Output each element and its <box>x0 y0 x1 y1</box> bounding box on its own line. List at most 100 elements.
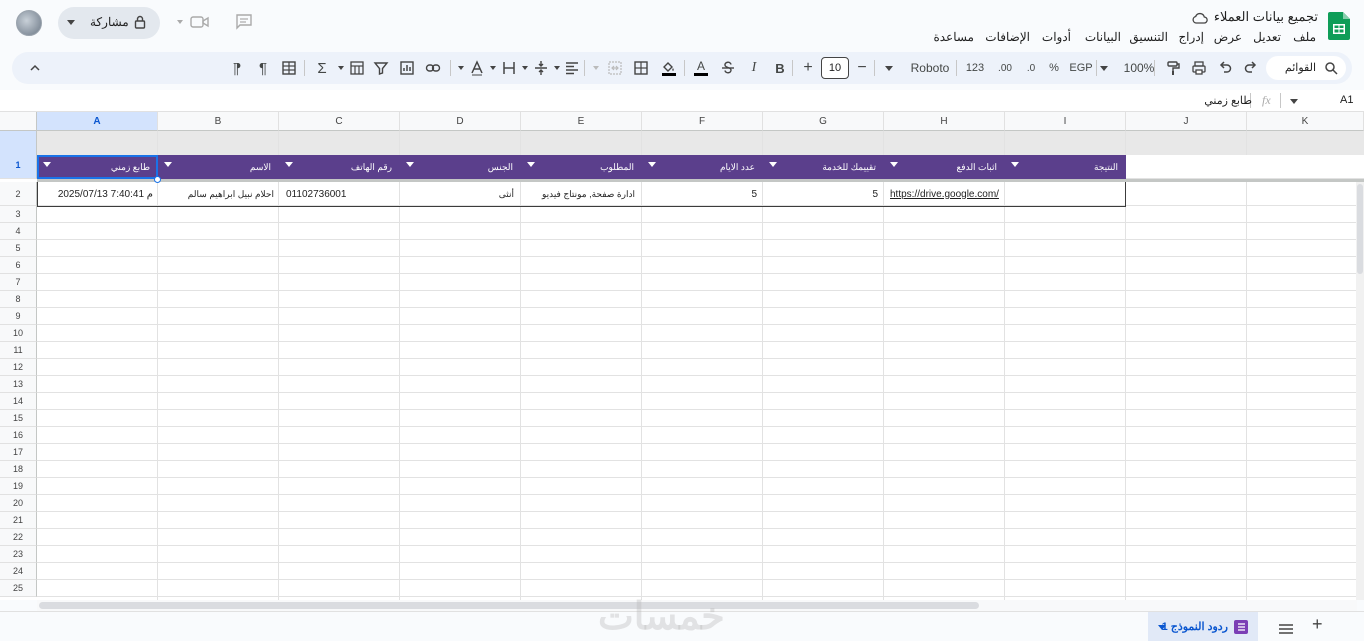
cell-timestamp[interactable]: 2025/07/13 م 7:40:41 <box>37 182 158 206</box>
column-header-h[interactable]: H <box>884 112 1005 131</box>
header-cell-result[interactable]: النتيجة <box>1005 155 1126 179</box>
merge-cells-icon[interactable] <box>604 52 626 84</box>
filter-dropdown-icon[interactable] <box>890 162 898 167</box>
row-header-25[interactable]: 25 <box>0 580 37 597</box>
rtl-direction-icon[interactable]: ¶ <box>252 52 274 84</box>
row-header-22[interactable]: 22 <box>0 529 37 546</box>
row-header-3[interactable]: 3 <box>0 206 37 223</box>
row-header-19[interactable]: 19 <box>0 478 37 495</box>
sheet-tab[interactable]: ردود النموذج 1 <box>1148 612 1258 641</box>
cell-required[interactable]: ادارة صفحة, مونتاج فيديو <box>521 182 642 206</box>
cell-rating[interactable]: 5 <box>763 182 884 206</box>
header-cell-required[interactable]: المطلوب <box>521 155 642 179</box>
filter-dropdown-icon[interactable] <box>527 162 535 167</box>
vertical-align-dropdown-icon[interactable] <box>520 52 530 84</box>
undo-icon[interactable] <box>1214 52 1236 84</box>
horizontal-align-icon[interactable] <box>562 52 582 84</box>
cell-gender[interactable]: أنثى <box>400 182 521 206</box>
share-button[interactable]: مشاركة <box>58 7 160 39</box>
column-header-f[interactable]: F <box>642 112 763 131</box>
row-header-16[interactable]: 16 <box>0 427 37 444</box>
fill-color-icon[interactable] <box>658 52 680 84</box>
selection-handle[interactable] <box>154 176 161 183</box>
row-header-8[interactable]: 8 <box>0 291 37 308</box>
header-cell-days[interactable]: عدد الايام <box>642 155 763 179</box>
filter-icon[interactable] <box>370 52 392 84</box>
cell-name[interactable]: احلام نبيل ابراهيم سالم <box>158 182 279 206</box>
increase-font-size-button[interactable]: + <box>798 52 818 84</box>
meet-dropdown-icon[interactable] <box>177 20 183 24</box>
name-box-dropdown-icon[interactable] <box>1290 99 1298 104</box>
cloud-saved-icon[interactable] <box>1192 11 1208 29</box>
functions-icon[interactable]: Σ <box>312 52 332 84</box>
horizontal-scroll-thumb[interactable] <box>39 602 979 609</box>
menu-insert[interactable]: إدراج <box>1178 30 1204 44</box>
filter-dropdown-icon[interactable] <box>164 162 172 167</box>
header-cell-name[interactable]: الاسم <box>158 155 279 179</box>
font-size-input[interactable]: 10 <box>821 57 849 79</box>
row-header-18[interactable]: 18 <box>0 461 37 478</box>
video-call-icon[interactable] <box>190 14 210 35</box>
number-format-button[interactable]: 123 <box>962 52 988 84</box>
row-header-14[interactable]: 14 <box>0 393 37 410</box>
header-cell-payment-proof[interactable]: اثبات الدفع <box>884 155 1005 179</box>
menu-file[interactable]: ملف <box>1293 30 1316 44</box>
column-header-b[interactable]: B <box>158 112 279 131</box>
text-rotation-dropdown-icon[interactable] <box>456 52 466 84</box>
filter-views-icon[interactable] <box>346 52 368 84</box>
column-header-a[interactable]: A <box>37 112 158 131</box>
header-cell-phone[interactable]: رقم الهاتف <box>279 155 400 179</box>
menu-format[interactable]: التنسيق <box>1129 30 1168 44</box>
row-header-23[interactable]: 23 <box>0 546 37 563</box>
menu-view[interactable]: عرض <box>1214 30 1242 44</box>
row-header-9[interactable]: 9 <box>0 308 37 325</box>
font-select[interactable]: Roboto <box>880 52 954 84</box>
menu-tools[interactable]: أدوات <box>1042 30 1071 44</box>
filter-dropdown-icon[interactable] <box>406 162 414 167</box>
ltr-direction-icon[interactable]: ¶ <box>226 52 248 84</box>
decrease-font-size-button[interactable]: − <box>852 52 872 84</box>
row-header-6[interactable]: 6 <box>0 257 37 274</box>
row-header-20[interactable]: 20 <box>0 495 37 512</box>
row-header-24[interactable]: 24 <box>0 563 37 580</box>
decrease-decimal-button[interactable]: .0 <box>1020 52 1042 84</box>
currency-format-button[interactable]: EGP <box>1068 52 1094 84</box>
vertical-scroll-thumb[interactable] <box>1357 184 1363 274</box>
text-rotation-icon[interactable] <box>468 52 486 84</box>
row-header-11[interactable]: 11 <box>0 342 37 359</box>
borders-icon[interactable] <box>630 52 652 84</box>
horizontal-align-dropdown-icon[interactable] <box>552 52 562 84</box>
column-header-e[interactable]: E <box>521 112 642 131</box>
row-header-2[interactable]: 2 <box>0 182 37 206</box>
text-wrap-icon[interactable] <box>500 52 518 84</box>
percent-format-button[interactable]: % <box>1044 52 1064 84</box>
sheet-tab-dropdown-icon[interactable] <box>1158 625 1166 630</box>
row-header-12[interactable]: 12 <box>0 359 37 376</box>
row-header-17[interactable]: 17 <box>0 444 37 461</box>
vertical-align-icon[interactable] <box>532 52 550 84</box>
header-cell-rating[interactable]: تقييمك للخدمة <box>763 155 884 179</box>
row-header-7[interactable]: 7 <box>0 274 37 291</box>
header-cell-timestamp[interactable]: طابع زمني <box>37 155 158 179</box>
row-header-1[interactable]: 1 <box>0 131 37 179</box>
header-cell-gender[interactable]: الجنس <box>400 155 521 179</box>
menu-extensions[interactable]: الإضافات <box>985 30 1030 44</box>
name-box[interactable]: A1 <box>1340 94 1353 106</box>
spreadsheet-grid[interactable]: A B C D E F G H I J K 1 2 3 4 5 6 7 8 9 … <box>0 112 1364 600</box>
all-sheets-icon[interactable] <box>1279 621 1293 639</box>
column-header-k[interactable]: K <box>1247 112 1364 131</box>
bold-button[interactable]: B <box>770 52 790 84</box>
collapse-menus-icon[interactable] <box>24 52 46 84</box>
sheets-logo-icon[interactable] <box>1328 12 1350 40</box>
row-header-10[interactable]: 10 <box>0 325 37 342</box>
row-header-21[interactable]: 21 <box>0 512 37 529</box>
paint-format-icon[interactable] <box>1162 52 1184 84</box>
menu-data[interactable]: البيانات <box>1085 30 1121 44</box>
formula-input[interactable]: طابع زمني <box>1204 94 1252 107</box>
filter-dropdown-icon[interactable] <box>1011 162 1019 167</box>
row-header-13[interactable]: 13 <box>0 376 37 393</box>
column-header-i[interactable]: I <box>1005 112 1126 131</box>
payment-proof-link[interactable]: https://drive.google.com/ <box>890 189 999 200</box>
filter-dropdown-icon[interactable] <box>648 162 656 167</box>
add-sheet-button[interactable]: + <box>1312 614 1323 635</box>
